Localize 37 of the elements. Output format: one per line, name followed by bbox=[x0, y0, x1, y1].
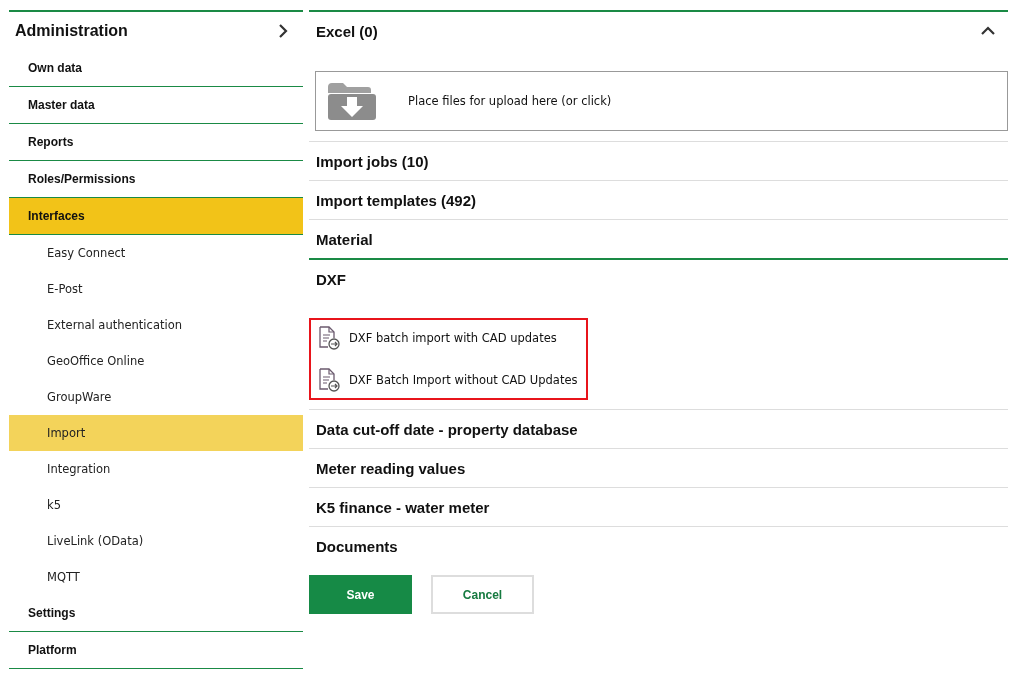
sidebar-item[interactable]: Settings bbox=[9, 595, 303, 632]
document-arrow-icon bbox=[317, 368, 341, 392]
section-title[interactable]: K5 finance - water meter bbox=[316, 498, 490, 516]
document-arrow-icon bbox=[317, 326, 341, 350]
chevron-up-icon[interactable] bbox=[980, 26, 996, 36]
section-title[interactable]: Documents bbox=[316, 537, 398, 555]
section-title[interactable]: Material bbox=[316, 230, 373, 248]
sidebar-subitem[interactable]: MQTT bbox=[9, 559, 303, 595]
chevron-right-icon[interactable] bbox=[277, 23, 289, 39]
sidebar-subitem[interactable]: LiveLink (OData) bbox=[9, 523, 303, 559]
sidebar-item[interactable]: Reports bbox=[9, 124, 303, 161]
cancel-button[interactable]: Cancel bbox=[431, 575, 534, 614]
upload-dropzone[interactable]: Place files for upload here (or click) bbox=[315, 71, 1008, 131]
folder-download-icon bbox=[326, 81, 376, 121]
import-link[interactable]: DXF batch import with CAD updates bbox=[349, 331, 557, 345]
sidebar-subitem[interactable]: k5 bbox=[9, 487, 303, 523]
sidebar-subitem[interactable]: GeoOffice Online bbox=[9, 343, 303, 379]
section-title[interactable]: Meter reading values bbox=[316, 459, 466, 477]
section-title[interactable]: Import jobs (10) bbox=[316, 152, 429, 170]
sidebar-subitem[interactable]: Easy Connect bbox=[9, 235, 303, 271]
section-title[interactable]: DXF bbox=[316, 270, 346, 288]
sidebar-item[interactable]: Master data bbox=[9, 87, 303, 124]
sidebar-subitem[interactable]: GroupWare bbox=[9, 379, 303, 415]
sidebar-subitem[interactable]: Import bbox=[9, 415, 303, 451]
section-title[interactable]: Import templates (492) bbox=[316, 191, 477, 209]
sidebar-subitem[interactable]: E-Post bbox=[9, 271, 303, 307]
section-title[interactable]: Data cut-off date - property database bbox=[316, 420, 578, 438]
section-title[interactable]: Excel (0) bbox=[316, 22, 378, 40]
import-link[interactable]: DXF Batch Import without CAD Updates bbox=[349, 373, 578, 387]
sidebar-subitem[interactable]: External authentication bbox=[9, 307, 303, 343]
sidebar-subitem[interactable]: Integration bbox=[9, 451, 303, 487]
sidebar-item[interactable]: Interfaces bbox=[9, 198, 303, 235]
upload-hint: Place files for upload here (or click) bbox=[408, 94, 612, 108]
sidebar-item[interactable]: Platform bbox=[9, 632, 303, 669]
sidebar-title: Administration bbox=[15, 22, 128, 40]
save-button[interactable]: Save bbox=[309, 575, 412, 614]
sidebar-item[interactable]: Own data bbox=[9, 50, 303, 87]
